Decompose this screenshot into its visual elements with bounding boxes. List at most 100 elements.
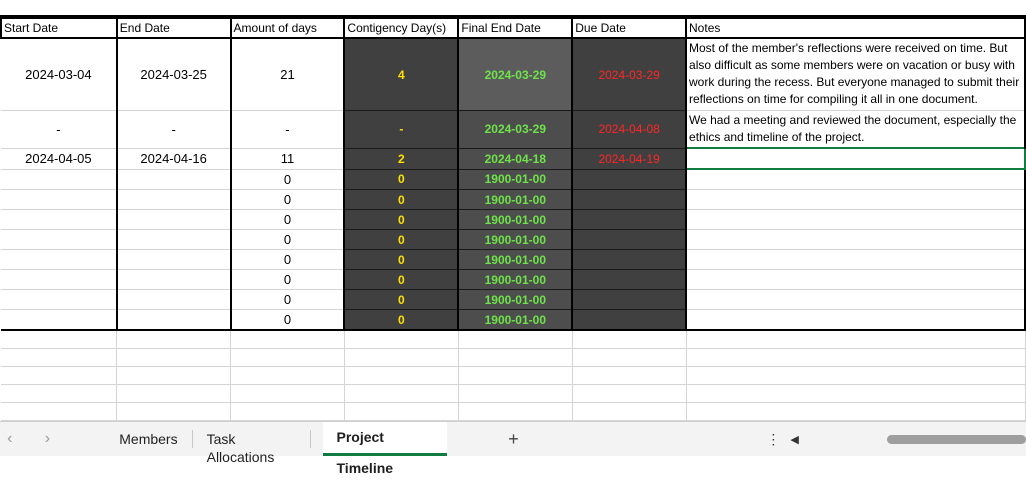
amount-of-days-cell[interactable]: 0: [230, 309, 346, 331]
empty-cell[interactable]: [686, 330, 1026, 349]
due-date-cell[interactable]: [572, 189, 688, 210]
amount-of-days-cell[interactable]: 11: [230, 148, 346, 170]
final-end-date-cell[interactable]: 1900-01-00: [458, 209, 574, 230]
final-end-date-cell[interactable]: 1900-01-00: [458, 289, 574, 310]
header-amount-of-days[interactable]: Amount of days: [229, 17, 346, 39]
end-date-cell[interactable]: [116, 229, 232, 250]
amount-of-days-cell[interactable]: 0: [230, 209, 346, 230]
contingency-cell[interactable]: 0: [344, 249, 460, 270]
empty-cell[interactable]: [458, 384, 573, 403]
notes-cell[interactable]: Most of the member's reflections were re…: [686, 38, 1026, 111]
notes-cell[interactable]: [686, 289, 1026, 310]
empty-cell[interactable]: [1, 366, 118, 385]
start-date-cell[interactable]: 2024-04-05: [1, 147, 118, 170]
more-options-icon[interactable]: ⋮: [766, 431, 780, 448]
add-sheet-button[interactable]: +: [487, 429, 541, 450]
empty-cell[interactable]: [230, 348, 345, 367]
end-date-cell[interactable]: [116, 249, 232, 270]
contingency-cell[interactable]: 0: [344, 189, 460, 210]
contingency-cell[interactable]: 0: [344, 209, 460, 230]
due-date-cell[interactable]: [572, 309, 688, 331]
final-end-date-cell[interactable]: 1900-01-00: [458, 229, 574, 250]
tab-members[interactable]: Members: [105, 430, 193, 448]
empty-cell[interactable]: [230, 384, 345, 403]
start-date-cell[interactable]: [1, 189, 118, 210]
amount-of-days-cell[interactable]: 0: [230, 169, 346, 190]
end-date-cell[interactable]: [116, 169, 232, 190]
final-end-date-cell[interactable]: 1900-01-00: [458, 249, 574, 270]
empty-cell[interactable]: [230, 330, 345, 349]
contingency-cell[interactable]: 4: [344, 38, 460, 111]
amount-of-days-cell[interactable]: 21: [230, 38, 346, 111]
empty-cell[interactable]: [1, 330, 118, 349]
header-start-date[interactable]: Start Date: [0, 17, 118, 39]
empty-cell[interactable]: [230, 402, 345, 421]
contingency-cell[interactable]: -: [344, 110, 460, 149]
empty-cell[interactable]: [572, 348, 687, 367]
empty-cell[interactable]: [686, 402, 1026, 421]
notes-cell[interactable]: We had a meeting and reviewed the docume…: [686, 110, 1026, 149]
final-end-date-cell[interactable]: 2024-03-29: [458, 38, 574, 111]
end-date-cell[interactable]: [116, 209, 232, 230]
horizontal-scrollbar-thumb[interactable]: [886, 434, 1026, 444]
contingency-cell[interactable]: 2: [344, 148, 460, 170]
end-date-cell[interactable]: [116, 269, 232, 290]
empty-cell[interactable]: [572, 330, 687, 349]
empty-cell[interactable]: [1, 384, 118, 403]
notes-cell[interactable]: [686, 229, 1026, 250]
final-end-date-cell[interactable]: 1900-01-00: [458, 269, 574, 290]
notes-cell[interactable]: [686, 249, 1026, 270]
empty-cell[interactable]: [458, 330, 573, 349]
due-date-cell[interactable]: [572, 269, 688, 290]
amount-of-days-cell[interactable]: -: [230, 110, 346, 149]
empty-cell[interactable]: [344, 348, 459, 367]
start-date-cell[interactable]: [1, 269, 118, 290]
contingency-cell[interactable]: 0: [344, 289, 460, 310]
due-date-cell[interactable]: [572, 229, 688, 250]
due-date-cell[interactable]: [572, 249, 688, 270]
tab-task-allocations[interactable]: Task Allocations: [193, 430, 311, 465]
end-date-cell[interactable]: -: [116, 110, 232, 149]
empty-cell[interactable]: [458, 348, 573, 367]
start-date-cell[interactable]: [1, 309, 118, 331]
scroll-left-icon[interactable]: ◀: [790, 433, 798, 446]
due-date-cell[interactable]: 2024-04-19: [572, 148, 688, 170]
empty-cell[interactable]: [458, 402, 573, 421]
due-date-cell[interactable]: [572, 289, 688, 310]
empty-cell[interactable]: [230, 366, 345, 385]
empty-cell[interactable]: [458, 366, 573, 385]
empty-cell[interactable]: [1, 402, 118, 421]
empty-cell[interactable]: [116, 366, 232, 385]
due-date-cell[interactable]: [572, 169, 688, 190]
amount-of-days-cell[interactable]: 0: [230, 229, 346, 250]
spreadsheet-area[interactable]: Start Date End Date Amount of days Conti…: [0, 0, 1026, 421]
selected-notes-cell[interactable]: [685, 147, 1026, 170]
end-date-cell[interactable]: [116, 189, 232, 210]
final-end-date-cell[interactable]: 1900-01-00: [458, 169, 574, 190]
empty-cell[interactable]: [572, 366, 687, 385]
empty-cell[interactable]: [1, 348, 118, 367]
final-end-date-cell[interactable]: 1900-01-00: [458, 189, 574, 210]
chevron-left-icon[interactable]: ‹: [0, 430, 20, 448]
notes-cell[interactable]: [686, 189, 1026, 210]
start-date-cell[interactable]: 2024-03-04: [1, 38, 118, 111]
start-date-cell[interactable]: [1, 169, 118, 190]
start-date-cell[interactable]: -: [1, 110, 118, 149]
empty-cell[interactable]: [116, 330, 232, 349]
end-date-cell[interactable]: [116, 289, 232, 310]
tab-project-timeline[interactable]: Project Timeline: [322, 421, 447, 476]
empty-cell[interactable]: [116, 384, 232, 403]
empty-cell[interactable]: [686, 348, 1026, 367]
final-end-date-cell[interactable]: 1900-01-00: [458, 309, 574, 331]
empty-cell[interactable]: [344, 330, 459, 349]
header-end-date[interactable]: End Date: [115, 17, 232, 39]
start-date-cell[interactable]: [1, 209, 118, 230]
contingency-cell[interactable]: 0: [344, 309, 460, 331]
due-date-cell[interactable]: [572, 209, 688, 230]
notes-cell[interactable]: [686, 209, 1026, 230]
contingency-cell[interactable]: 0: [344, 169, 460, 190]
amount-of-days-cell[interactable]: 0: [230, 189, 346, 210]
amount-of-days-cell[interactable]: 0: [230, 269, 346, 290]
start-date-cell[interactable]: [1, 249, 118, 270]
header-due-date[interactable]: Due Date: [571, 17, 688, 39]
